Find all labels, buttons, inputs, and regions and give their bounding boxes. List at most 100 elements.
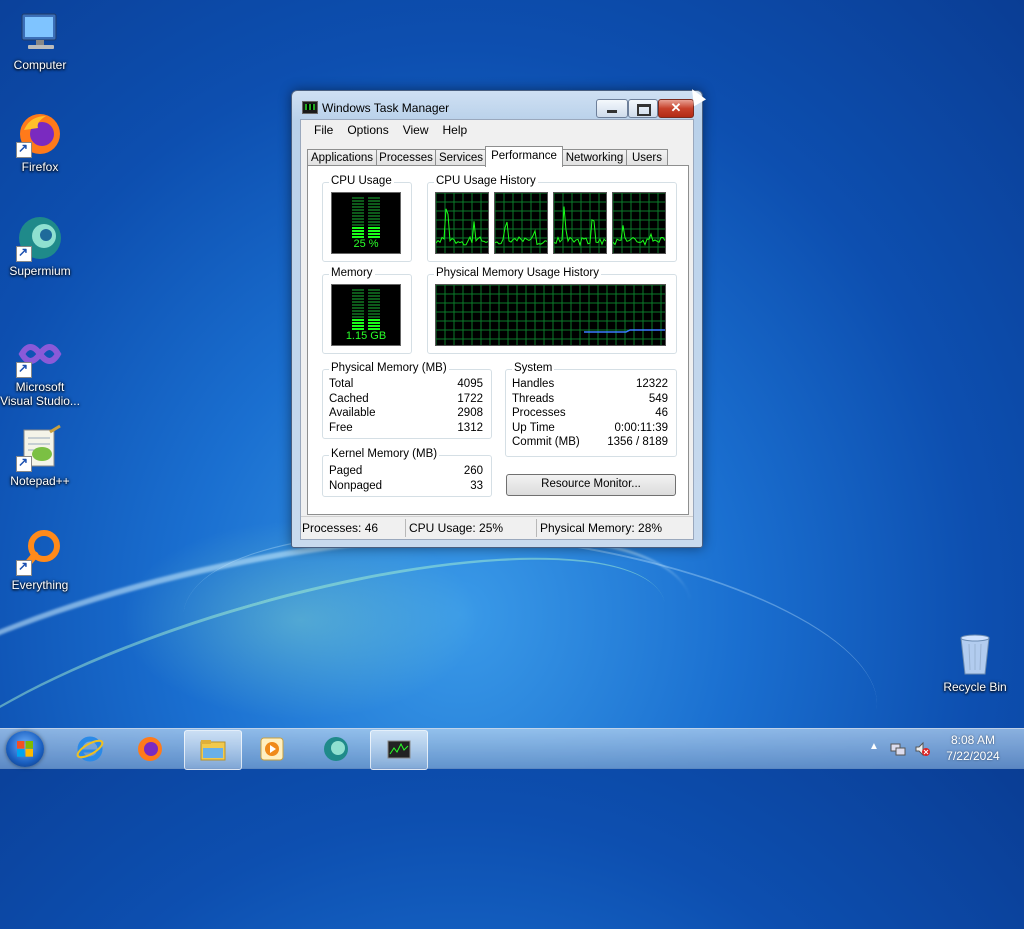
taskbar: ▲	[0, 728, 1024, 770]
physical-memory-group: Physical Memory (MB) Total 4095 Cached 172…	[322, 362, 492, 439]
resource-monitor-button[interactable]: Resource Monitor...	[506, 474, 676, 496]
cpu-history-group: CPU Usage History	[427, 175, 677, 262]
menu-help[interactable]: Help	[436, 120, 475, 140]
stat-label: Nonpaged	[329, 480, 383, 492]
minimize-button[interactable]	[596, 99, 628, 118]
task-manager-window[interactable]: Windows Task Manager ✕ File Options View…	[291, 90, 703, 548]
status-bar: Processes: 46 CPU Usage: 25% Physical Me…	[301, 516, 693, 539]
maximize-button[interactable]	[628, 99, 658, 118]
menu-file[interactable]: File	[307, 120, 340, 140]
status-cpu-usage: CPU Usage: 25%	[409, 521, 504, 535]
desktop-icon-label: Everything	[11, 578, 69, 592]
volume-muted-icon[interactable]	[914, 741, 930, 757]
stat-label: Commit (MB)	[512, 436, 580, 448]
memory-meter: 1.15 GB	[331, 284, 401, 346]
visual-studio-icon	[16, 330, 64, 378]
taskbar-media-player[interactable]	[244, 730, 300, 768]
stat-value: 12322	[636, 378, 668, 390]
tab-applications[interactable]: Applications	[307, 149, 377, 166]
stat-value: 549	[648, 393, 668, 405]
taskbar-internet-explorer[interactable]	[62, 730, 118, 768]
taskbar-firefox[interactable]	[122, 730, 178, 768]
firefox-icon	[16, 110, 64, 158]
kernel-memory-title: Kernel Memory (MB)	[329, 448, 440, 460]
kernel-memory-group: Kernel Memory (MB) Paged 260 Nonpaged 33	[322, 448, 492, 497]
stat-label: Handles	[512, 378, 555, 390]
tab-performance[interactable]: Performance	[485, 146, 563, 167]
start-button[interactable]	[6, 731, 44, 767]
maximize-icon	[637, 104, 651, 116]
stat-value: 1312	[457, 422, 483, 434]
stat-value: 1722	[457, 393, 483, 405]
stat-row-paged: Paged 260	[329, 465, 483, 479]
title-bar[interactable]: Windows Task Manager ✕	[292, 91, 702, 119]
desktop-icon-computer[interactable]: Computer	[0, 8, 80, 72]
internet-explorer-icon	[76, 736, 104, 762]
taskbar-supermium[interactable]	[308, 730, 364, 768]
tab-networking[interactable]: Networking	[562, 149, 627, 166]
status-divider	[536, 519, 537, 537]
stat-row-commit: Commit (MB) 1356 / 8189	[512, 436, 668, 450]
desktop-icon-visual-studio[interactable]: Microsoft Visual Studio...	[0, 330, 80, 408]
system-title: System	[512, 362, 555, 374]
stat-value: 0:00:11:39	[614, 422, 668, 434]
memory-group: Memory 1.15 GB	[322, 267, 412, 354]
stat-label: Paged	[329, 465, 363, 477]
status-divider	[405, 519, 406, 537]
close-button[interactable]: ✕	[658, 99, 694, 118]
window-title: Windows Task Manager	[322, 101, 450, 115]
desktop-icon-firefox[interactable]: Firefox	[0, 110, 80, 174]
stat-row-uptime: Up Time 0:00:11:39	[512, 422, 668, 436]
taskbar-task-manager[interactable]	[370, 730, 428, 770]
shortcut-arrow-icon	[16, 559, 32, 576]
tab-users[interactable]: Users	[626, 149, 668, 166]
network-icon[interactable]	[890, 741, 906, 757]
shortcut-arrow-icon	[16, 455, 32, 472]
stat-row-nonpaged: Nonpaged 33	[329, 480, 483, 494]
cpu-usage-group: CPU Usage 25 %	[322, 175, 412, 262]
menu-options[interactable]: Options	[340, 120, 395, 140]
taskbar-clock[interactable]: 8:08 AM 7/22/2024	[940, 732, 1006, 764]
status-processes: Processes: 46	[302, 521, 379, 535]
clock-time: 8:08 AM	[950, 733, 996, 747]
desktop-icon-notepad-plus-plus[interactable]: Notepad++	[0, 424, 80, 488]
stat-row-available: Available 2908	[329, 407, 483, 421]
tab-services[interactable]: Services	[435, 149, 487, 166]
supermium-icon	[16, 214, 64, 262]
shortcut-arrow-icon	[16, 245, 32, 262]
cpu-history-graph-core-3	[553, 192, 607, 254]
memory-history-title: Physical Memory Usage History	[434, 267, 601, 279]
recycle-bin-icon	[951, 630, 999, 678]
stat-row-threads: Threads 549	[512, 393, 668, 407]
status-physical-memory: Physical Memory: 28%	[540, 521, 663, 535]
stat-value: 1356 / 8189	[607, 436, 668, 448]
cpu-usage-meter: 25 %	[331, 192, 401, 254]
menu-view[interactable]: View	[396, 120, 436, 140]
show-hidden-icons-icon[interactable]: ▲	[869, 741, 879, 752]
wallpaper-glow	[120, 520, 480, 720]
memory-history-group: Physical Memory Usage History	[427, 267, 677, 354]
desktop-icon-recycle-bin[interactable]: Recycle Bin	[935, 630, 1015, 694]
desktop-icon-everything[interactable]: Everything	[0, 528, 80, 592]
desktop-icon-supermium[interactable]: Supermium	[0, 214, 80, 278]
stat-row-cached: Cached 1722	[329, 393, 483, 407]
desktop-icon-label: Computer	[13, 58, 67, 72]
desktop-icon-label: Microsoft Visual Studio...	[0, 380, 80, 408]
desktop-icon-label: Recycle Bin	[943, 680, 1007, 694]
file-explorer-icon	[200, 740, 226, 761]
cpu-history-title: CPU Usage History	[434, 175, 538, 187]
cpu-history-graph-core-2	[494, 192, 548, 254]
cpu-history-graph-core-4	[612, 192, 666, 254]
tab-processes[interactable]: Processes	[376, 149, 436, 166]
shortcut-arrow-icon	[16, 361, 32, 378]
everything-search-icon	[16, 528, 64, 576]
stat-label: Threads	[512, 393, 555, 405]
stat-label: Free	[329, 422, 353, 434]
taskbar-file-explorer[interactable]	[184, 730, 242, 770]
system-group: System Handles 12322 Threads 549 Processes…	[505, 362, 677, 457]
cpu-history-graph-core-1	[435, 192, 489, 254]
media-player-icon	[260, 737, 284, 761]
stat-row-handles: Handles 12322	[512, 378, 668, 392]
supermium-icon	[324, 737, 348, 761]
stat-value: 4095	[457, 378, 483, 390]
